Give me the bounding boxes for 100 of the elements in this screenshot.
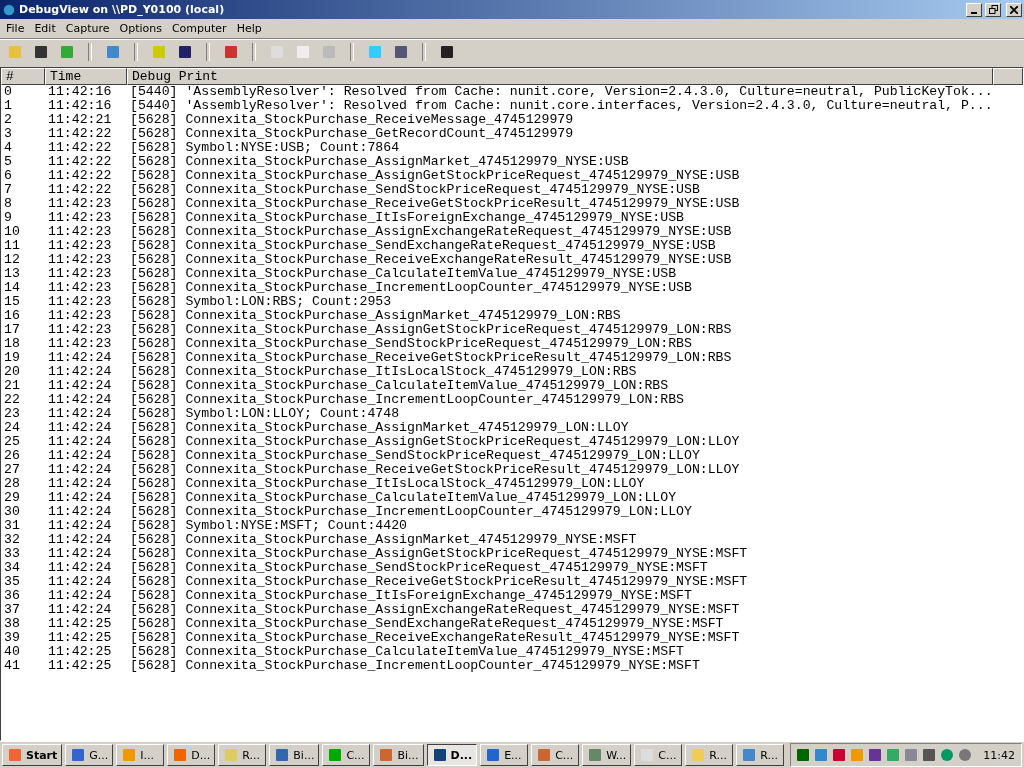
time-cell-text: 11:42:24 [47, 351, 113, 365]
app-icon [70, 747, 87, 763]
debug-message: [5628] Connexita_StockPurchase_SendStockPriceRequest_4745129979_NYSE:MSFT [129, 561, 708, 575]
row-number: 2 [3, 113, 13, 127]
column-header[interactable]: Time [45, 68, 127, 85]
close-button[interactable] [1006, 2, 1022, 17]
time-cell-text: 11:42:24 [47, 463, 113, 477]
menu-item[interactable]: Edit [30, 22, 62, 35]
menu-item[interactable]: File [2, 22, 31, 35]
debug-message: [5628] Connexita_StockPurchase_AssignMarket_4745129979_NYSE:USB [129, 155, 629, 169]
time-cell-text: 11:42:23 [47, 337, 113, 351]
taskbar-button[interactable]: G... [65, 744, 114, 766]
row-number: 26 [3, 449, 21, 463]
taskbar-button[interactable]: R... [736, 744, 785, 766]
row-number: 22 [3, 393, 21, 407]
app-icon [121, 747, 138, 763]
debug-message: [5628] Connexita_StockPurchase_IncrementLoopCounter_4745129979_LON:RBS [129, 393, 684, 407]
taskbar-button[interactable]: C... [634, 744, 683, 766]
minimize-icon [971, 11, 977, 14]
column-header[interactable]: # [1, 68, 45, 85]
row-number: 18 [3, 337, 21, 351]
tray-icon [813, 747, 830, 763]
column-header[interactable]: Debug Print [127, 68, 993, 85]
debug-message: [5628] Connexita_StockPurchase_ReceiveGetStockPriceResult_4745129979_NYSE:MSFT [129, 575, 748, 589]
tray-icon [921, 747, 938, 763]
debug-message: [5628] Connexita_StockPurchase_IncrementLoopCounter_4745129979_NYSE:USB [129, 281, 692, 295]
time-cell-text: 11:42:24 [47, 393, 113, 407]
menu-item[interactable]: Help [232, 22, 268, 35]
debug-message: [5628] Symbol:LON:LLOY; Count:4748 [129, 407, 400, 421]
row-number: 37 [3, 603, 21, 617]
minimize-button[interactable] [966, 2, 982, 17]
taskbar-button[interactable]: C... [322, 744, 371, 766]
debug-message: [5628] Connexita_StockPurchase_AssignGetStockPriceRequest_4745129979_NYSE:MSFT [129, 547, 748, 561]
debug-message: [5628] Connexita_StockPurchase_SendExchangeRateRequest_4745129979_NYSE:USB [129, 239, 716, 253]
row-number: 3 [3, 127, 13, 141]
row-number: 8 [3, 197, 13, 211]
time-cell-text: 11:42:25 [47, 631, 113, 645]
start-button[interactable]: Start [2, 744, 63, 766]
tray-icon [957, 747, 974, 763]
time-cell-text: 11:42:21 [47, 113, 113, 127]
app-icon [172, 747, 189, 763]
time-cell-text: 11:42:23 [47, 323, 113, 337]
debug-message: [5628] Connexita_StockPurchase_ReceiveGetStockPriceResult_4745129979_LON:LLOY [129, 463, 740, 477]
time-cell-text: 11:42:16 [47, 85, 113, 99]
taskbar-button[interactable]: E... [480, 744, 529, 766]
menu-item[interactable]: Capture [61, 22, 116, 35]
debug-message: [5628] Connexita_StockPurchase_SendStockPriceRequest_4745129979_LON:RBS [129, 337, 692, 351]
taskbar-button[interactable]: Bi... [373, 744, 424, 766]
menu-item[interactable]: Options [115, 22, 168, 35]
debug-message: [5628] Connexita_StockPurchase_CalculateItemValue_4745129979_LON:LLOY [129, 491, 677, 505]
debug-message: [5628] Connexita_StockPurchase_ItIsLocalStock_4745129979_LON:RBS [129, 365, 637, 379]
debug-message: [5628] Connexita_StockPurchase_AssignMarket_4745129979_LON:RBS [129, 309, 621, 323]
debug-message: [5628] Connexita_StockPurchase_SendStockPriceRequest_4745129979_NYSE:USB [129, 183, 700, 197]
debug-message: [5628] Connexita_StockPurchase_AssignGetStockPriceRequest_4745129979_LON:LLOY [129, 435, 740, 449]
restore-button[interactable] [985, 2, 1001, 17]
debug-message: [5628] Connexita_StockPurchase_ReceiveGetStockPriceResult_4745129979_NYSE:USB [129, 197, 740, 211]
taskbar-button[interactable]: R... [685, 744, 734, 766]
tray-icon [885, 747, 902, 763]
debug-message: [5628] Connexita_StockPurchase_GetRecordCount_4745129979 [129, 127, 574, 141]
app-icon [485, 747, 502, 763]
row-number: 14 [3, 281, 21, 295]
debug-message: [5440] 'AssemblyResolver': Resolved from Cache: nunit.core.interfaces, Version=2.4.3.0, Culture=neutral, P... [129, 99, 993, 113]
debug-message: [5628] Connexita_StockPurchase_ReceiveGetStockPriceResult_4745129979_LON:RBS [129, 351, 732, 365]
menu-item[interactable]: Computer [167, 22, 233, 35]
taskbar-button[interactable]: D... [167, 744, 216, 766]
row-number: 16 [3, 309, 21, 323]
restore-icon [988, 5, 998, 14]
debug-message: [5628] Connexita_StockPurchase_AssignGetStockPriceRequest_4745129979_LON:RBS [129, 323, 732, 337]
row-number: 21 [3, 379, 21, 393]
debug-message: [5440] 'AssemblyResolver': Resolved from Cache: nunit.core, Version=2.4.3.0, Culture=neutral, PublicKeyTok... [129, 85, 993, 99]
row-number: 28 [3, 477, 21, 491]
debug-message: [5628] Connexita_StockPurchase_CalculateItemValue_4745129979_NYSE:USB [129, 267, 677, 281]
taskbar-button[interactable]: R... [218, 744, 267, 766]
taskbar-button[interactable]: D... [426, 744, 478, 766]
row-number: 7 [3, 183, 13, 197]
taskbar-button[interactable]: C... [531, 744, 580, 766]
time-cell-text: 11:42:24 [47, 435, 113, 449]
app-icon [378, 747, 395, 763]
row-number: 36 [3, 589, 21, 603]
time-cell-text: 11:42:23 [47, 309, 113, 323]
row-number: 24 [3, 421, 21, 435]
debug-message: [5628] Connexita_StockPurchase_ItIsForeignExchange_4745129979_NYSE:USB [129, 211, 684, 225]
taskbar-button[interactable]: Bi... [269, 744, 320, 766]
time-cell-text: 11:42:24 [47, 505, 113, 519]
debug-message: [5628] Connexita_StockPurchase_IncrementLoopCounter_4745129979_NYSE:MSFT [129, 659, 700, 673]
time-cell-text: 11:42:24 [47, 407, 113, 421]
time-cell-text: 11:42:23 [47, 197, 113, 211]
time-cell-text: 11:42:24 [47, 421, 113, 435]
time-cell-text: 11:42:24 [47, 365, 113, 379]
time-cell-text: 11:42:22 [47, 141, 113, 155]
debug-message: [5628] Connexita_StockPurchase_AssignGetStockPriceRequest_4745129979_NYSE:USB [129, 169, 740, 183]
row-number: 33 [3, 547, 21, 561]
row-number: 27 [3, 463, 21, 477]
time-cell-text: 11:42:22 [47, 155, 113, 169]
taskbar-button[interactable]: W... [582, 744, 632, 766]
taskbar-button[interactable]: I... [116, 744, 165, 766]
row-number: 35 [3, 575, 21, 589]
debug-message: [5628] Connexita_StockPurchase_ReceiveMessage_4745129979 [129, 113, 574, 127]
debug-message: [5628] Symbol:LON:RBS; Count:2953 [129, 295, 392, 309]
app-icon [327, 747, 344, 763]
